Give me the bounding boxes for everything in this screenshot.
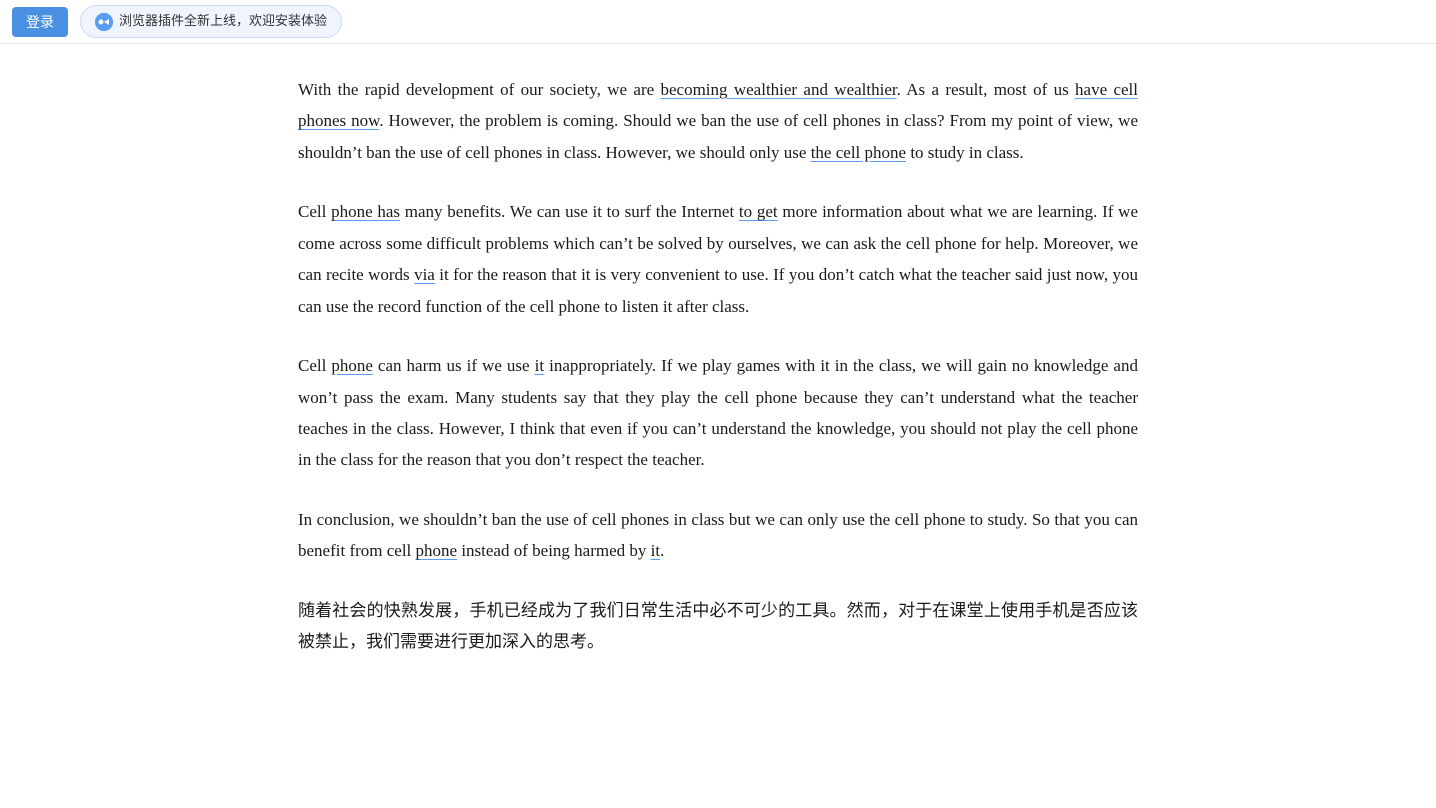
- top-bar: 登录 浏览器插件全新上线，欢迎安装体验: [0, 0, 1436, 44]
- p2-link2[interactable]: to get: [739, 202, 778, 221]
- p3-link2[interactable]: it: [535, 356, 544, 375]
- p1-text-before-link1: With the rapid development of our societ…: [298, 80, 660, 99]
- p1-link1[interactable]: becoming wealthier and wealthier: [660, 80, 896, 99]
- paragraph-5-chinese: 随着社会的快熟发展，手机已经成为了我们日常生活中必不可少的工具。然而，对于在课堂…: [298, 595, 1138, 658]
- p1-text-after-link3: to study in class.: [906, 143, 1024, 162]
- plugin-icon: [95, 13, 113, 31]
- p4-text-after-link1: instead of being harmed by: [457, 541, 651, 560]
- paragraph-4: In conclusion, we shouldn’t ban the use …: [298, 504, 1138, 567]
- p3-link1[interactable]: phone: [331, 356, 373, 375]
- p1-text-after-link1: . As a result, most of us: [897, 80, 1075, 99]
- content-area: With the rapid development of our societ…: [268, 44, 1168, 726]
- p2-link3[interactable]: via: [414, 265, 435, 284]
- paragraph-3: Cell phone can harm us if we use it inap…: [298, 350, 1138, 476]
- paragraph-2: Cell phone has many benefits. We can use…: [298, 196, 1138, 322]
- login-button[interactable]: 登录: [12, 7, 68, 37]
- plugin-text: 浏览器插件全新上线，欢迎安装体验: [119, 10, 327, 33]
- p2-text-before-link1: Cell: [298, 202, 331, 221]
- p3-text-after-link1: can harm us if we use: [373, 356, 535, 375]
- p4-link2[interactable]: it: [651, 541, 660, 560]
- p2-link1[interactable]: phone has: [331, 202, 400, 221]
- plugin-banner[interactable]: 浏览器插件全新上线，欢迎安装体验: [80, 5, 342, 38]
- p4-link1[interactable]: phone: [416, 541, 458, 560]
- paragraph-1: With the rapid development of our societ…: [298, 74, 1138, 168]
- p4-text-after-link2: .: [660, 541, 664, 560]
- p2-text-after-link1: many benefits. We can use it to surf the…: [400, 202, 739, 221]
- p3-text-before-link1: Cell: [298, 356, 331, 375]
- p1-link3[interactable]: the cell phone: [811, 143, 906, 162]
